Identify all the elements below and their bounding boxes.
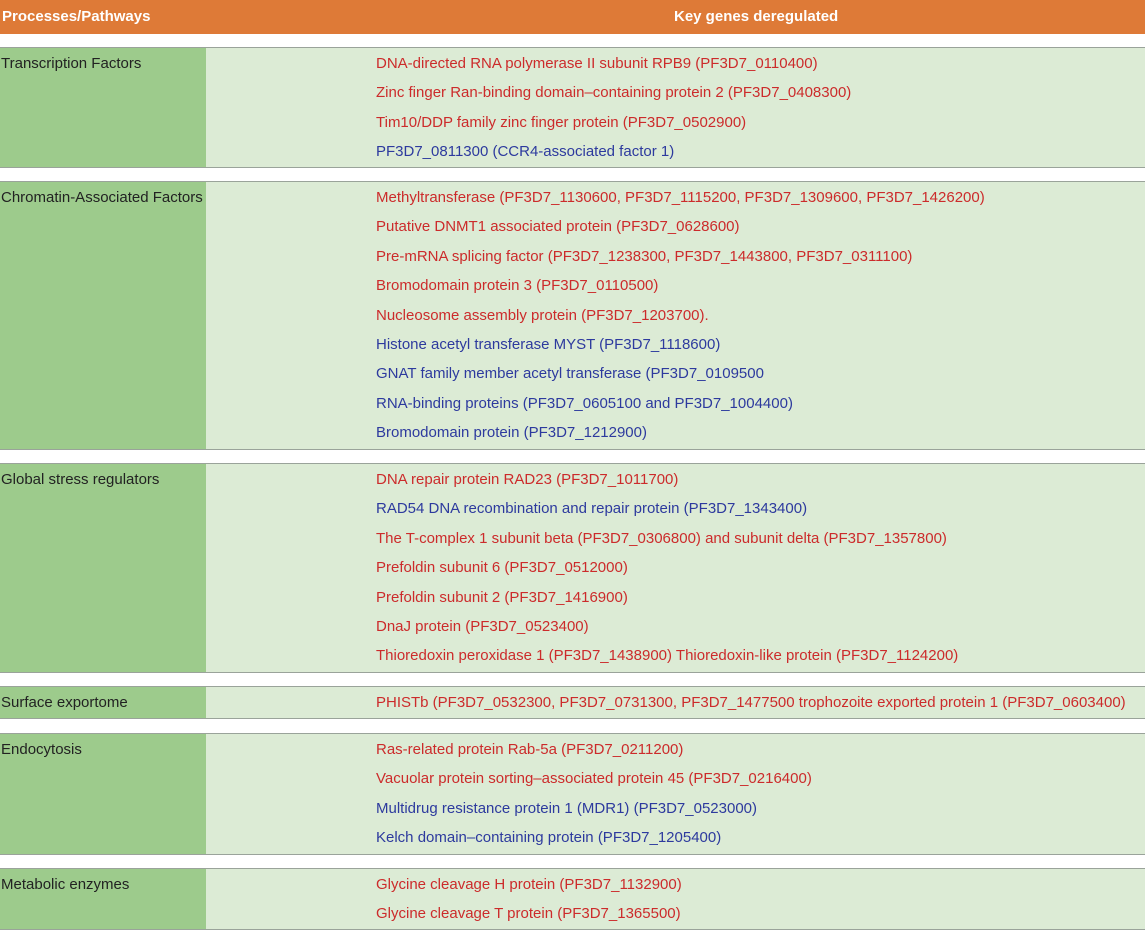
process-name: Surface exportome <box>0 687 206 718</box>
process-name: Chromatin-Associated Factors <box>0 182 206 449</box>
gene-entry: Nucleosome assembly protein (PF3D7_12037… <box>376 306 709 324</box>
gene-entry: Ras-related protein Rab-5a (PF3D7_021120… <box>376 741 684 758</box>
header-key-genes: Key genes deregulated <box>674 8 839 25</box>
gene-entry: DNA repair protein RAD23 (PF3D7_1011700) <box>376 471 679 488</box>
process-name: Endocytosis <box>0 734 206 854</box>
gene-entry: Prefoldin subunit 6 (PF3D7_0512000) <box>376 559 628 577</box>
gene-entry: RAD54 DNA recombination and repair prote… <box>376 500 808 518</box>
table-section: Endocytosis Ras-related protein Rab-5a (P… <box>0 733 1145 855</box>
table-header: Processes/Pathways Key genes deregulated <box>0 0 1145 34</box>
gene-entry: Bromodomain protein (PF3D7_1212900) <box>376 424 647 442</box>
table-section: Global stress regulators DNA repair prote… <box>0 463 1145 673</box>
gene-entry: PF3D7_0811300 (CCR4-associated factor 1) <box>376 143 675 161</box>
gene-list: DNA-directed RNA polymerase II subunit R… <box>206 48 1145 167</box>
gene-entry: Tim10/DDP family zinc finger protein (PF… <box>376 113 747 131</box>
gene-list: DNA repair protein RAD23 (PF3D7_1011700)… <box>206 464 1145 672</box>
gene-entry: Pre-mRNA splicing factor (PF3D7_1238300,… <box>376 247 913 265</box>
table-section: Transcription Factors DNA-directed RNA po… <box>0 47 1145 168</box>
gene-entry: Prefoldin subunit 2 (PF3D7_1416900) <box>376 588 628 606</box>
gene-entry: RNA-binding proteins (PF3D7_0605100 and … <box>376 394 793 412</box>
process-name: Metabolic enzymes <box>0 869 206 929</box>
gene-entry: Glycine cleavage H protein (PF3D7_113290… <box>376 876 682 893</box>
gene-list: Methyltransferase (PF3D7_1130600, PF3D7_… <box>206 182 1145 449</box>
gene-entry: Vacuolar protein sorting–associated prot… <box>376 770 812 788</box>
gene-entry: DnaJ protein (PF3D7_0523400) <box>376 617 589 635</box>
gene-entry: The T-complex 1 subunit beta (PF3D7_0306… <box>376 529 947 547</box>
gene-entry: Multidrug resistance protein 1 (MDR1) (P… <box>376 799 758 817</box>
table-section: Metabolic enzymes Glycine cleavage H prot… <box>0 868 1145 930</box>
gene-entry: DNA-directed RNA polymerase II subunit R… <box>376 55 818 72</box>
gene-list: Ras-related protein Rab-5a (PF3D7_021120… <box>206 734 1145 854</box>
gene-entry: Putative DNMT1 associated protein (PF3D7… <box>376 218 740 236</box>
process-name: Global stress regulators <box>0 464 206 672</box>
gene-list: Glycine cleavage H protein (PF3D7_113290… <box>206 869 1145 929</box>
gene-entry: Zinc finger Ran-binding domain–containin… <box>376 84 852 102</box>
gene-entry: Thioredoxin peroxidase 1 (PF3D7_1438900)… <box>376 647 959 665</box>
header-processes: Processes/Pathways <box>2 8 151 25</box>
table-section: Surface exportome PHISTb (PF3D7_0532300, … <box>0 686 1145 719</box>
gene-entry: Methyltransferase (PF3D7_1130600, PF3D7_… <box>376 189 985 206</box>
gene-entry: Bromodomain protein 3 (PF3D7_0110500) <box>376 277 659 295</box>
gene-list: PHISTb (PF3D7_0532300, PF3D7_0731300, PF… <box>206 687 1145 718</box>
table-section: Chromatin-Associated Factors Methyltransf… <box>0 181 1145 450</box>
gene-entry: GNAT family member acetyl transferase (P… <box>376 365 764 383</box>
gene-entry: Glycine cleavage T protein (PF3D7_136550… <box>376 905 681 923</box>
gene-entry: PHISTb (PF3D7_0532300, PF3D7_0731300, PF… <box>376 694 1126 711</box>
gene-table: Processes/Pathways Key genes deregulated… <box>0 0 1145 944</box>
gene-entry: Kelch domain–containing protein (PF3D7_1… <box>376 829 722 847</box>
gene-entry: Histone acetyl transferase MYST (PF3D7_1… <box>376 335 721 353</box>
process-name: Transcription Factors <box>0 48 206 167</box>
